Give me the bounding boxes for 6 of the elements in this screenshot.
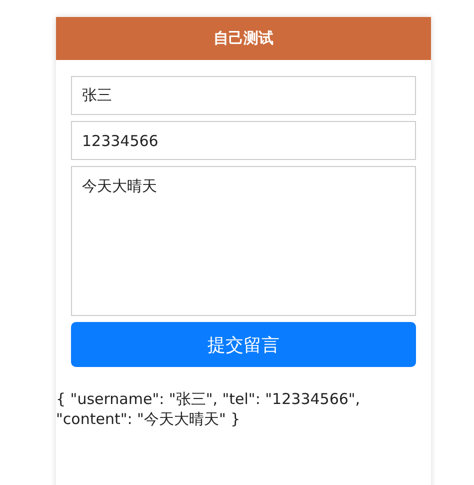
- textarea-field[interactable]: 今天大晴天: [71, 166, 416, 316]
- header-title: 自己测试: [214, 29, 274, 48]
- submit-button[interactable]: 提交留言: [71, 322, 416, 367]
- input-field[interactable]: 张三: [71, 76, 416, 115]
- output-text: { "username": "张三", "tel": "12334566", "content": "今天大晴天" }: [56, 389, 362, 429]
- input-field[interactable]: 12334566: [71, 121, 416, 160]
